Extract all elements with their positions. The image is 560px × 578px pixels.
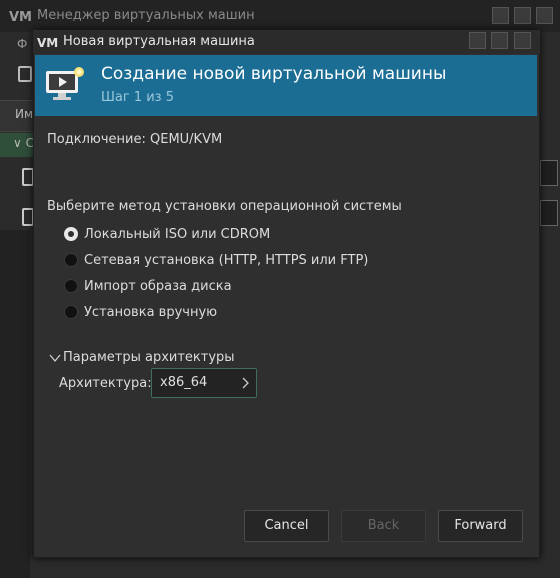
connection-label: Подключение:	[47, 132, 146, 147]
wizard-step: Шаг 1 из 5	[101, 90, 174, 105]
chevron-down-icon	[49, 354, 61, 363]
install-option-label: Локальный ISO или CDROM	[84, 227, 271, 242]
arch-select-value: x86_64	[160, 375, 208, 390]
maximize-icon[interactable]	[514, 7, 531, 24]
svg-text:VM: VM	[37, 36, 58, 49]
virt-manager-logo-icon: VM	[9, 10, 32, 24]
back-button[interactable]: Back	[341, 510, 426, 542]
dialog-maximize-icon[interactable]	[491, 32, 508, 49]
main-window-title: Менеджер виртуальных машин	[37, 8, 255, 23]
install-option-import-disk[interactable]: Импорт образа диска	[64, 279, 364, 297]
radio-button[interactable]	[64, 253, 78, 267]
vm-group-row-label: ∨ С	[13, 136, 35, 150]
new-vm-toolbar-icon[interactable]	[18, 66, 32, 82]
dialog-title: Новая виртуальная машина	[63, 34, 255, 49]
new-vm-monitor-icon	[46, 67, 84, 100]
arch-options-label: Параметры архитектуры	[63, 350, 235, 365]
install-option-label: Сетевая установка (HTTP, HTTPS или FTP)	[84, 253, 369, 268]
install-option-label: Установка вручную	[84, 305, 218, 320]
connection-value: QEMU/KVM	[150, 132, 223, 147]
install-option-manual[interactable]: Установка вручную	[64, 305, 364, 323]
close-icon[interactable]	[536, 7, 553, 24]
vm-row-cell	[540, 200, 558, 226]
chevron-down-icon: ∨	[13, 136, 22, 150]
dialog-minimize-icon[interactable]	[469, 32, 486, 49]
chevron-right-icon	[242, 377, 249, 389]
vm-list-right-edge	[538, 58, 560, 578]
svg-text:VM: VM	[9, 10, 32, 24]
minimize-icon[interactable]	[492, 7, 509, 24]
arch-label: Архитектура:	[59, 376, 152, 391]
install-option-label: Импорт образа диска	[84, 279, 232, 294]
wizard-title: Создание новой виртуальной машины	[101, 64, 447, 84]
virt-manager-logo-icon: VM	[37, 36, 58, 49]
cancel-button[interactable]: Cancel	[244, 510, 329, 542]
radio-button[interactable]	[64, 305, 78, 319]
vm-row-cell	[540, 160, 558, 186]
radio-button-selected[interactable]	[64, 227, 78, 241]
vm-list-empty-area	[0, 230, 30, 578]
install-option-network[interactable]: Сетевая установка (HTTP, HTTPS или FTP)	[64, 253, 368, 271]
radio-button[interactable]	[64, 279, 78, 293]
menu-file[interactable]: Ф	[17, 37, 27, 51]
dialog-close-icon[interactable]	[514, 32, 531, 49]
forward-button[interactable]: Forward	[438, 510, 523, 542]
install-option-local-iso[interactable]: Локальный ISO или CDROM	[64, 227, 364, 245]
install-method-heading: Выберите метод установки операционной си…	[47, 199, 402, 214]
arch-options-expander[interactable]: Параметры архитектуры	[47, 350, 267, 368]
vm-list-header-name[interactable]: Им	[15, 107, 33, 121]
